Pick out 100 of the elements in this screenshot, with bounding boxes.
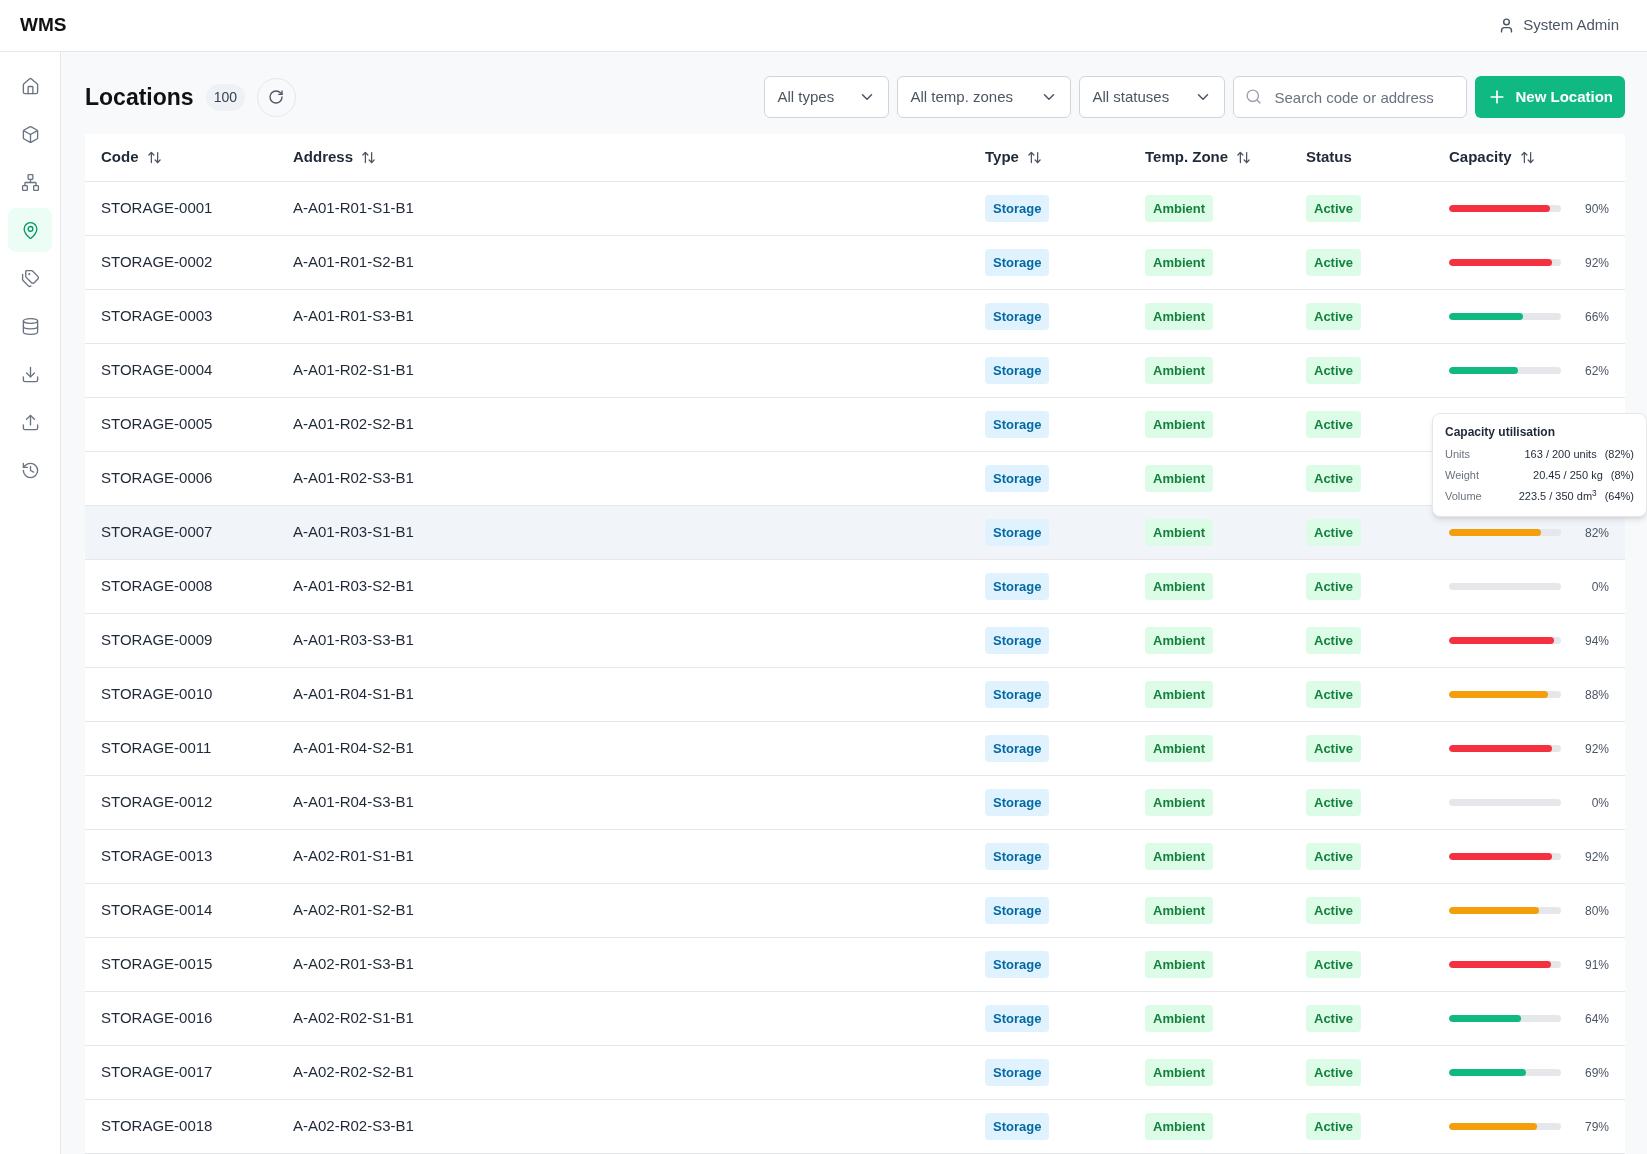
- zone-tag: Ambient: [1145, 950, 1213, 979]
- capacity-percent: 80%: [1584, 902, 1609, 920]
- type-tag: Storage: [985, 356, 1050, 385]
- type-tag: Storage: [985, 464, 1050, 493]
- status-tag: Active: [1306, 410, 1362, 439]
- status-tag: Active: [1306, 734, 1362, 763]
- zone-tag: Ambient: [1145, 1004, 1213, 1033]
- table-cell-text: STORAGE-0016: [101, 1008, 214, 1029]
- table-cell-text: A-A01-R04-S1-B1: [293, 684, 415, 705]
- table-cell-text: STORAGE-0004: [101, 360, 214, 381]
- type-tag: Storage: [985, 734, 1050, 763]
- type-tag: Storage: [985, 1004, 1050, 1033]
- table-cell-text: STORAGE-0009: [101, 630, 214, 651]
- status-tag: Active: [1306, 896, 1362, 925]
- count-badge: 100: [205, 83, 245, 111]
- table-cell-text: A-A02-R01-S1-B1: [293, 846, 415, 867]
- table-cell-text: STORAGE-0014: [101, 900, 214, 921]
- table-cell-text: STORAGE-0007: [101, 522, 214, 543]
- table-cell-text: A-A01-R01-S1-B1: [293, 198, 415, 219]
- table-cell-text: STORAGE-0015: [101, 954, 214, 975]
- capacity-percent: 66%: [1584, 308, 1609, 326]
- status-tag: Active: [1306, 1058, 1362, 1087]
- type-tag: Storage: [985, 1112, 1050, 1141]
- zone-tag: Ambient: [1145, 788, 1213, 817]
- status-tag: Active: [1306, 572, 1362, 601]
- capacity-percent: 0%: [1591, 578, 1609, 596]
- capacity-percent: 79%: [1584, 1118, 1609, 1136]
- table-cell-text: A-A02-R01-S3-B1: [293, 954, 415, 975]
- type-tag: Storage: [985, 194, 1050, 223]
- status-tag: Active: [1306, 302, 1362, 331]
- status-tag: Active: [1306, 464, 1362, 493]
- type-tag: Storage: [985, 302, 1050, 331]
- table-cell-text: STORAGE-0001: [101, 198, 214, 219]
- status-tag: Active: [1306, 950, 1362, 979]
- table-cell-text: A-A01-R01-S2-B1: [293, 252, 415, 273]
- type-tag: Storage: [985, 572, 1050, 601]
- table-cell-text: A-A01-R04-S3-B1: [293, 792, 415, 813]
- type-tag: Storage: [985, 896, 1050, 925]
- zone-tag: Ambient: [1145, 734, 1213, 763]
- status-tag: Active: [1306, 788, 1362, 817]
- table-cell-text: A-A01-R03-S1-B1: [293, 522, 415, 543]
- zone-tag: Ambient: [1145, 1112, 1213, 1141]
- table-cell-text: STORAGE-0018: [101, 1116, 214, 1137]
- capacity-percent: 0%: [1591, 794, 1609, 812]
- zone-tag: Ambient: [1145, 518, 1213, 547]
- capacity-percent: 92%: [1584, 254, 1609, 272]
- status-tag: Active: [1306, 680, 1362, 709]
- capacity-percent: 94%: [1584, 632, 1609, 650]
- table-cell-text: A-A01-R02-S3-B1: [293, 468, 415, 489]
- tooltip-value: 20.45 / 250 kg: [1533, 468, 1603, 484]
- status-tag: Active: [1306, 518, 1362, 547]
- zone-tag: Ambient: [1145, 248, 1213, 277]
- capacity-percent: 88%: [1584, 686, 1609, 704]
- status-tag: Active: [1306, 1112, 1362, 1141]
- capacity-percent: 91%: [1584, 956, 1609, 974]
- table-cell-text: STORAGE-0003: [101, 306, 214, 327]
- table-cell-text: A-A02-R02-S1-B1: [293, 1008, 415, 1029]
- type-tag: Storage: [985, 788, 1050, 817]
- status-tag: Active: [1306, 1004, 1362, 1033]
- zone-tag: Ambient: [1145, 842, 1213, 871]
- tooltip-value: 223.5 / 350 dm$^{3}$: [1518, 488, 1597, 505]
- table-cell-text: STORAGE-0012: [101, 792, 214, 813]
- table-cell-text: A-A01-R04-S2-B1: [293, 738, 415, 759]
- table-cell-text: A-A01-R02-S1-B1: [293, 360, 415, 381]
- tooltip-title: Capacity utilisation: [1445, 424, 1557, 441]
- table-cell-text: STORAGE-0005: [101, 414, 214, 435]
- zone-tag: Ambient: [1145, 896, 1213, 925]
- type-tag: Storage: [985, 842, 1050, 871]
- table-cell-text: STORAGE-0013: [101, 846, 214, 867]
- capacity-percent: 69%: [1584, 1064, 1609, 1082]
- type-tag: Storage: [985, 950, 1050, 979]
- capacity-percent: 82%: [1584, 524, 1609, 542]
- zone-tag: Ambient: [1145, 356, 1213, 385]
- type-tag: Storage: [985, 1058, 1050, 1087]
- type-tag: Storage: [985, 248, 1050, 277]
- capacity-percent: 62%: [1584, 362, 1609, 380]
- table-cell-text: A-A02-R02-S3-B1: [293, 1116, 415, 1137]
- zone-tag: Ambient: [1145, 626, 1213, 655]
- table-cell-text: STORAGE-0010: [101, 684, 214, 705]
- capacity-percent: 92%: [1584, 740, 1609, 758]
- zone-tag: Ambient: [1145, 410, 1213, 439]
- zone-tag: Ambient: [1145, 464, 1213, 493]
- zone-tag: Ambient: [1145, 1058, 1213, 1087]
- table-cell-text: STORAGE-0011: [101, 738, 213, 759]
- table-cell-text: A-A01-R02-S2-B1: [293, 414, 415, 435]
- zone-tag: Ambient: [1145, 680, 1213, 709]
- capacity-percent: 64%: [1584, 1010, 1609, 1028]
- table-cell-text: STORAGE-0008: [101, 576, 214, 597]
- tooltip-label: Volume: [1445, 489, 1482, 505]
- capacity-percent: 90%: [1584, 200, 1609, 218]
- tooltip-label: Weight: [1445, 468, 1480, 484]
- table-cell-text: A-A01-R01-S3-B1: [293, 306, 415, 327]
- column-header: Status: [1306, 147, 1352, 168]
- page-title: Locations: [85, 82, 194, 112]
- status-tag: Active: [1306, 356, 1362, 385]
- table-cell-text: A-A02-R02-S2-B1: [293, 1062, 415, 1083]
- app-logo: WMS: [20, 13, 67, 38]
- type-tag: Storage: [985, 410, 1050, 439]
- table-cell-text: A-A01-R03-S3-B1: [293, 630, 415, 651]
- type-tag: Storage: [985, 626, 1050, 655]
